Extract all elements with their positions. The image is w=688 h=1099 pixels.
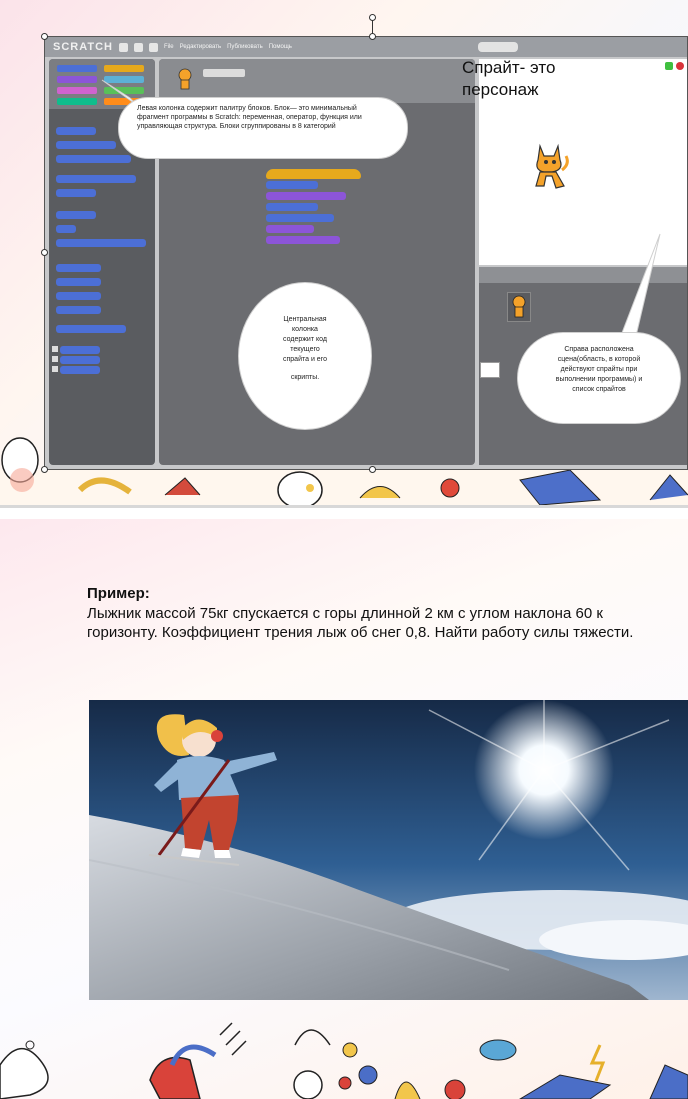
- resize-handle[interactable]: [41, 33, 48, 40]
- slide-scratch-interface: SCRATCH File Редактировать Публиковать П…: [0, 0, 688, 505]
- slide2-doodle-decoration: [0, 1022, 688, 1099]
- page-separator: [0, 505, 688, 519]
- example-problem-text: Лыжник массой 75кг спускается с горы дли…: [87, 605, 634, 641]
- rotation-handle[interactable]: [369, 14, 376, 21]
- resize-handle[interactable]: [41, 466, 48, 473]
- resize-handle[interactable]: [369, 466, 376, 473]
- resize-handle[interactable]: [41, 249, 48, 256]
- skier-photo: [89, 700, 688, 1000]
- resize-handle[interactable]: [369, 33, 376, 40]
- image-selection-frame: [44, 36, 688, 470]
- example-title: Пример:: [87, 585, 150, 602]
